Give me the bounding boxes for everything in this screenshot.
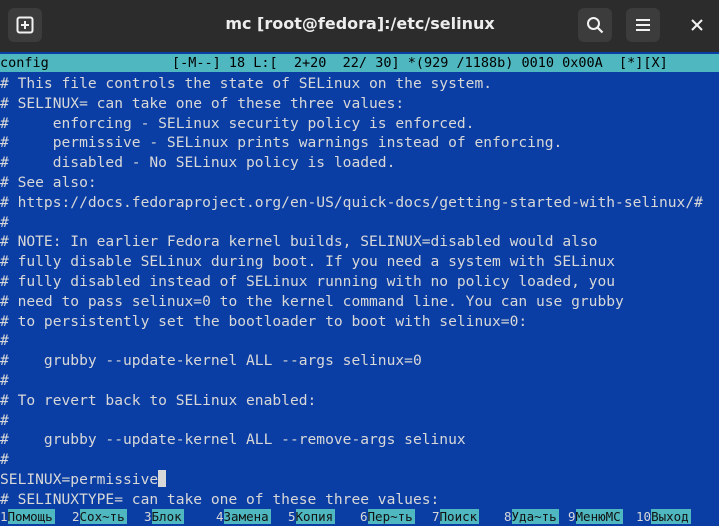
fkey-label: Уда~ть (511, 509, 559, 524)
fkey-number: 3 (144, 509, 152, 524)
status-info: [-M--] 18 L:[ 2+20 22/ 30] *(929 /1188b)… (172, 55, 668, 71)
editor-line: # to persistently set the bootloader to … (0, 312, 528, 330)
fkey-move[interactable]: 6Пер~ть (360, 508, 415, 526)
editor-line: # disabled - No SELinux policy is loaded… (0, 154, 396, 172)
new-tab-icon (16, 16, 34, 34)
editor-line: # https://docs.fedoraproject.org/en-US/q… (0, 193, 703, 211)
fkey-number: 5 (288, 509, 296, 524)
fkey-number: 10 (636, 509, 652, 524)
fkey-number: 6 (360, 509, 368, 524)
fkey-help[interactable]: 1Помощь (0, 508, 55, 526)
editor-line: # need to pass selinux=0 to the kernel c… (0, 292, 624, 310)
fkey-number: 9 (568, 509, 576, 524)
editor-line: # SELINUXTYPE= can take one of these thr… (0, 490, 440, 508)
editor-line: # (0, 451, 9, 469)
editor-line: # NOTE: In earlier Fedora kernel builds,… (0, 233, 598, 251)
fkey-copy[interactable]: 5Копия (288, 508, 336, 526)
editor-line: # To revert back to SELinux enabled: (0, 391, 317, 409)
fkey-replace[interactable]: 4Замена (216, 508, 271, 526)
status-filename: config (0, 55, 49, 71)
hamburger-menu-icon (636, 19, 650, 31)
fkey-label: Копия (295, 509, 336, 524)
fkey-label: Выход (651, 509, 691, 524)
fkey-number: 4 (216, 509, 224, 524)
close-button[interactable] (680, 8, 714, 42)
editor-line: # (0, 411, 9, 429)
terminal-window: mc [root@fedora]:/etc/selinux config [-M… (0, 0, 719, 526)
editor-text-area[interactable]: # This file controls the state of SELinu… (0, 74, 719, 508)
fkey-label: Помощь (7, 509, 55, 524)
editor-line: # grubby --update-kernel ALL --remove-ar… (0, 431, 466, 449)
text-cursor (158, 469, 167, 487)
fkey-exit[interactable]: 10Выход (636, 508, 691, 526)
fkey-delete[interactable]: 8Уда~ть (504, 508, 559, 526)
search-icon (587, 17, 604, 34)
fkey-menu[interactable]: 9МенюMC (568, 508, 623, 526)
fkey-label: МенюMC (575, 509, 623, 524)
editor-line: # permissive - SELinux prints warnings i… (0, 134, 563, 152)
fkey-number: 8 (504, 509, 512, 524)
new-tab-button[interactable] (8, 8, 42, 42)
fkey-label: Блок (151, 509, 184, 524)
fkey-label: Поиск (439, 509, 480, 524)
fkey-number: 2 (72, 509, 80, 524)
editor-line: # (0, 332, 9, 350)
editor-line: # (0, 213, 9, 231)
fkey-block[interactable]: 3Блок (144, 508, 184, 526)
fkey-label: Замена (223, 509, 271, 524)
title-bar: mc [root@fedora]:/etc/selinux (0, 0, 719, 52)
editor-line: # enforcing - SELinux security policy is… (0, 114, 475, 132)
menu-button[interactable] (626, 8, 660, 42)
editor-line: # fully disabled instead of SELinux runn… (0, 272, 616, 290)
close-icon (691, 19, 703, 31)
fkey-label: Пер~ть (367, 509, 415, 524)
fkey-number: 1 (0, 509, 8, 524)
editor-line: # grubby --update-kernel ALL --args seli… (0, 352, 422, 370)
fkey-save[interactable]: 2Сох~ть (72, 508, 127, 526)
editor-line: # SELINUX= can take one of these three v… (0, 94, 405, 112)
editor-status-bar: config [-M--] 18 L:[ 2+20 22/ 30] *(929 … (0, 54, 719, 72)
editor-line: # See also: (0, 173, 97, 191)
fkey-number: 7 (432, 509, 440, 524)
window-title: mc [root@fedora]:/etc/selinux (225, 14, 495, 33)
function-key-bar: 1Помощь 2Сох~ть 3Блок 4Замена 5Копия 6Пе… (0, 508, 719, 526)
current-line-text: SELINUX=permissive (0, 470, 159, 488)
editor-line: # This file controls the state of SELinu… (0, 75, 493, 92)
search-button[interactable] (578, 8, 612, 42)
editor-line: # (0, 371, 9, 389)
editor-line-current: SELINUX=permissive (0, 469, 719, 490)
fkey-label: Сох~ть (79, 509, 127, 524)
editor-line: # fully disable SELinux during boot. If … (0, 253, 616, 271)
fkey-search[interactable]: 7Поиск (432, 508, 480, 526)
